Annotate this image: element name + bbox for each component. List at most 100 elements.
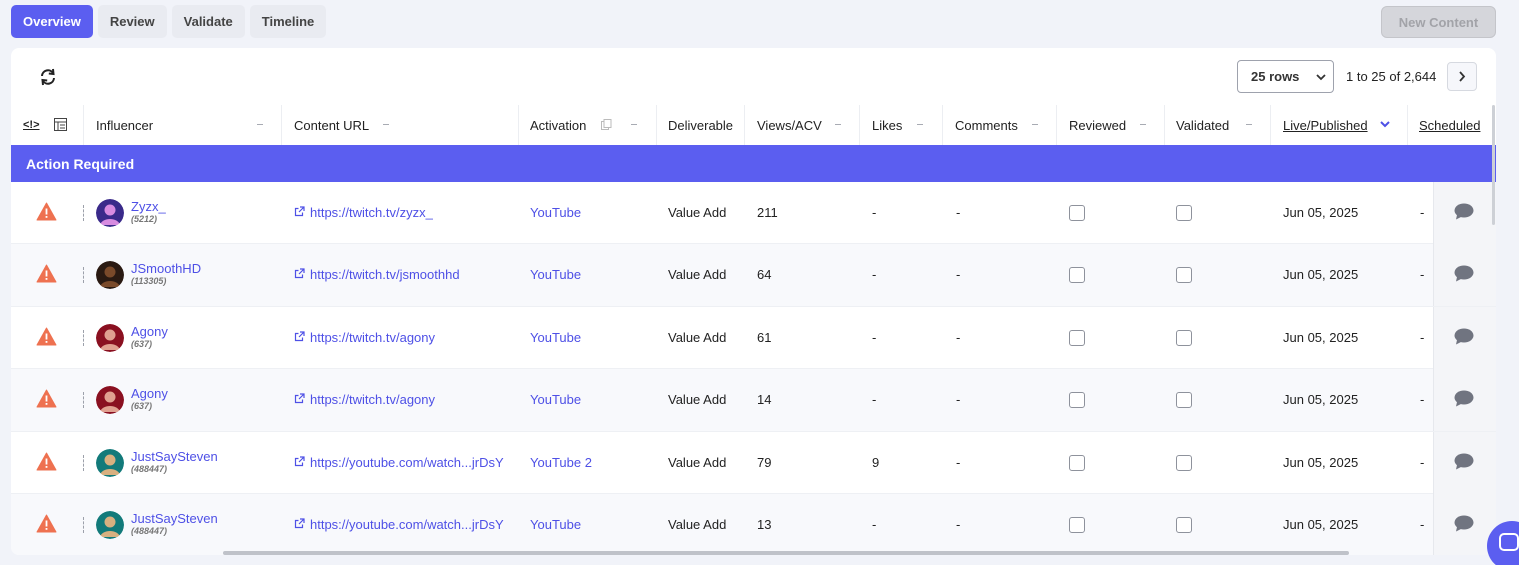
header-live-published[interactable]: Live/Published (1283, 105, 1368, 145)
views-value: 61 (757, 329, 772, 345)
header-scheduled[interactable]: Scheduled (1419, 105, 1480, 145)
reviewed-checkbox[interactable] (1069, 205, 1085, 221)
content-url-link[interactable]: https://twitch.tv/zyzx_ (310, 205, 433, 220)
pagination-range: 1 to 25 of 2,644 (1346, 69, 1437, 84)
influencer-follower-count: (488447) (131, 463, 168, 474)
tab-timeline[interactable]: Timeline (249, 5, 327, 38)
external-link-icon (294, 206, 305, 217)
influencer-name[interactable]: JSmoothHD (131, 261, 201, 276)
deliverable-value: Value Add (668, 267, 727, 283)
header-views[interactable]: Views/ACV (757, 105, 822, 145)
comment-icon[interactable] (1454, 515, 1474, 532)
content-url-link[interactable]: https://twitch.tv/jsmoothhd (310, 267, 460, 282)
table-body: Zyzx_ (5212) https://twitch.tv/zyzx_ You… (11, 182, 1496, 555)
influencer-follower-count: (488447) (131, 525, 168, 536)
content-url-link[interactable]: https://youtube.com/watch...jrDsY (310, 517, 504, 532)
deliverable-value: Value Add (668, 205, 727, 220)
reviewed-checkbox[interactable] (1069, 267, 1085, 284)
validated-checkbox[interactable] (1176, 267, 1192, 284)
comments-value: - (956, 205, 961, 220)
live-published-date: Jun 05, 2025 (1283, 392, 1359, 408)
validated-checkbox[interactable] (1176, 454, 1192, 471)
tab-validate[interactable]: Validate (171, 5, 245, 38)
influencer-follower-count: (5212) (131, 214, 158, 224)
activation-link[interactable]: YouTube 2 (530, 455, 592, 470)
header-code[interactable]: <!> (23, 105, 40, 145)
tab-review[interactable]: Review (97, 5, 167, 38)
validated-checkbox[interactable] (1176, 329, 1192, 346)
views-value: 211 (757, 205, 778, 220)
tab-overview[interactable]: Overview (11, 5, 93, 38)
rows-per-page-select[interactable]: 25 rows (1237, 60, 1334, 93)
comment-icon[interactable] (1454, 453, 1474, 470)
header-comments[interactable]: Comments (955, 105, 1018, 145)
reviewed-checkbox[interactable] (1069, 516, 1085, 533)
table-header: <!> Influencer Content URL Activation De… (11, 105, 1496, 145)
content-url-link[interactable]: https://twitch.tv/agony (310, 330, 435, 345)
activation-link[interactable]: YouTube (530, 267, 581, 282)
likes-value: - (872, 205, 877, 220)
influencer-follower-count: (637) (131, 338, 153, 349)
sort-desc-icon[interactable] (1380, 121, 1390, 128)
deliverable-value: Value Add (668, 516, 727, 532)
avatar (96, 510, 124, 539)
horizontal-scrollbar[interactable] (223, 551, 1349, 555)
influencer-name[interactable]: Agony (131, 386, 168, 401)
action-required-group[interactable]: Action Required (11, 145, 1496, 182)
next-page-button[interactable] (1447, 62, 1477, 91)
warning-triangle-icon (36, 514, 57, 533)
validated-checkbox[interactable] (1176, 205, 1192, 221)
validated-checkbox[interactable] (1176, 392, 1192, 409)
rows-per-page-value: 25 rows (1251, 69, 1300, 84)
header-validated[interactable]: Validated (1176, 105, 1229, 145)
chevron-down-icon (1316, 74, 1326, 81)
deliverable-value: Value Add (668, 329, 727, 345)
influencer-follower-count: (637) (131, 401, 153, 412)
header-code-label: <!> (23, 119, 40, 131)
scheduled-value: - (1420, 205, 1425, 220)
header-influencer[interactable]: Influencer (96, 105, 153, 145)
header-activation[interactable]: Activation (530, 105, 586, 145)
likes-value: 9 (872, 454, 880, 470)
activation-link[interactable]: YouTube (530, 330, 581, 345)
content-url-link[interactable]: https://twitch.tv/agony (310, 392, 435, 407)
comment-icon[interactable] (1454, 328, 1474, 345)
external-link-icon (294, 268, 305, 279)
reviewed-checkbox[interactable] (1069, 329, 1085, 346)
influencer-name[interactable]: JustSaySteven (131, 449, 218, 464)
external-link-icon (294, 518, 305, 529)
warning-triangle-icon (36, 202, 57, 221)
influencer-name[interactable]: JustSaySteven (131, 511, 218, 526)
column-chooser-icon[interactable] (54, 118, 67, 131)
new-content-button[interactable]: New Content (1381, 6, 1496, 38)
activation-link[interactable]: YouTube (530, 517, 581, 532)
deliverable-value: Value Add (668, 392, 727, 408)
reviewed-checkbox[interactable] (1069, 392, 1085, 409)
warning-triangle-icon (36, 389, 57, 408)
reviewed-checkbox[interactable] (1069, 454, 1085, 471)
influencer-name[interactable]: Agony (131, 324, 168, 339)
refresh-icon[interactable] (38, 68, 58, 86)
likes-value: - (872, 329, 877, 345)
avatar (96, 386, 124, 415)
header-reviewed[interactable]: Reviewed (1069, 105, 1126, 145)
activation-link[interactable]: YouTube (530, 392, 581, 407)
header-deliverable[interactable]: Deliverable (668, 105, 733, 145)
activation-link[interactable]: YouTube (530, 205, 581, 220)
content-url-link[interactable]: https://youtube.com/watch...jrDsY (310, 455, 504, 470)
header-content-url[interactable]: Content URL (294, 105, 369, 145)
comment-icon[interactable] (1454, 203, 1474, 220)
comment-icon[interactable] (1454, 390, 1474, 407)
comment-icon[interactable] (1454, 265, 1474, 282)
table-row: Agony (637) https://twitch.tv/agony YouT… (11, 369, 1496, 432)
header-likes[interactable]: Likes (872, 105, 902, 145)
validated-checkbox[interactable] (1176, 516, 1192, 533)
comments-value: - (956, 329, 961, 345)
content-table-card: 25 rows 1 to 25 of 2,644 <!> Influencer … (11, 48, 1496, 555)
views-value: 64 (757, 267, 772, 283)
scheduled-value: - (1420, 392, 1425, 408)
external-link-icon (294, 331, 305, 341)
vertical-scrollbar[interactable] (1492, 105, 1495, 225)
influencer-name[interactable]: Zyzx_ (131, 199, 166, 214)
table-row: JustSaySteven (488447) https://youtube.c… (11, 493, 1496, 555)
